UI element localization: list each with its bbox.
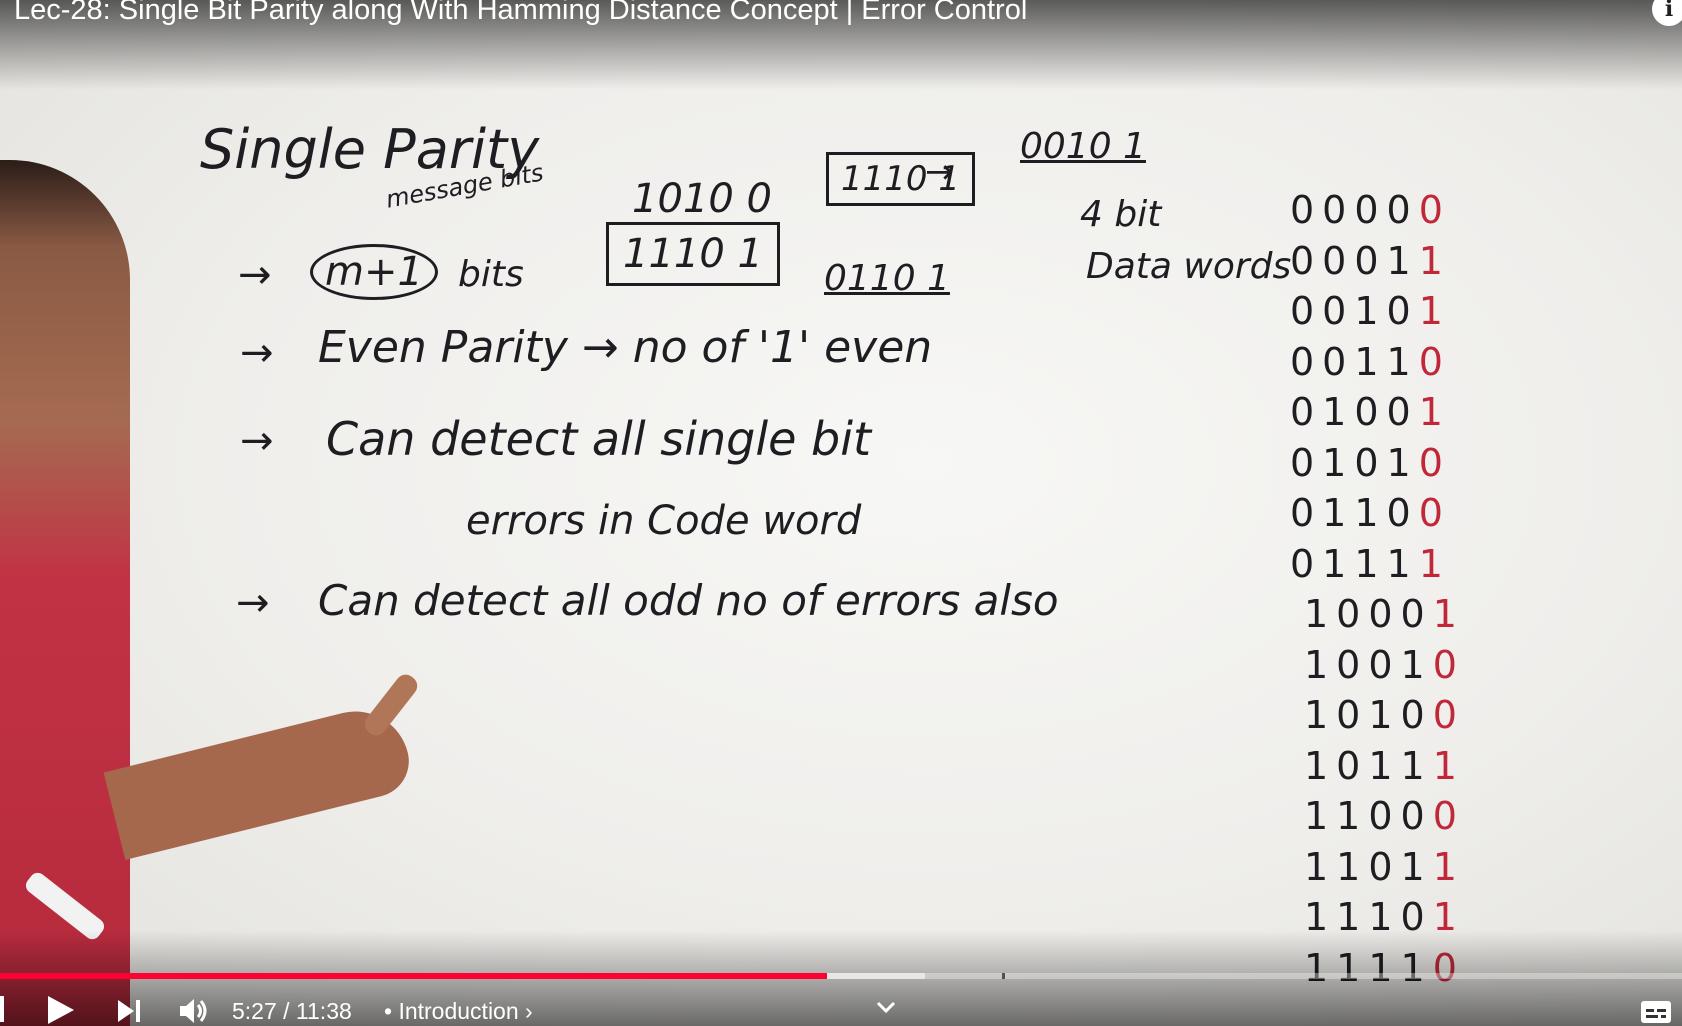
play-icon[interactable] [46, 994, 76, 1026]
codeword-row: 01111 [1290, 542, 1451, 586]
board-four-bit: 4 bit [1080, 194, 1162, 235]
parity-bit: 1 [1418, 289, 1451, 333]
parity-bit: 0 [1418, 440, 1451, 485]
prev-edge [0, 996, 4, 1022]
board-arrow-3: → [240, 418, 274, 464]
codeword-row: 00000 [1290, 188, 1451, 232]
board-line-even: Even Parity → no of '1' even [318, 322, 933, 373]
board-m-plus-1: m+1 [310, 244, 438, 300]
board-down-result: 0110 1 [824, 258, 950, 299]
data-word: 0110 [1290, 491, 1419, 535]
video-player[interactable]: Single Parity message bits → m+1 bits 10… [0, 0, 1682, 1026]
codeword-row: 01100 [1290, 491, 1451, 535]
parity-bit: 0 [1432, 693, 1465, 737]
next-icon[interactable] [116, 998, 142, 1024]
codeword-row: 10010 [1304, 643, 1465, 687]
data-word: 0011 [1290, 339, 1419, 384]
parity-bit: 1 [1432, 743, 1465, 788]
parity-bit: 0 [1432, 642, 1465, 687]
codeword-row: 10111 [1304, 744, 1465, 788]
parity-bit: 1 [1432, 844, 1465, 889]
data-word: 1100 [1304, 794, 1433, 838]
data-word: 0111 [1290, 541, 1419, 586]
board-arrow-4: → [236, 580, 270, 626]
board-arrow-2: → [240, 330, 274, 376]
info-icon[interactable]: i [1652, 0, 1682, 26]
board-example-top: 1010 0 [632, 176, 772, 222]
video-title[interactable]: Lec-28: Single Bit Parity along With Ham… [14, 0, 1027, 27]
codeword-row: 00110 [1290, 340, 1451, 384]
board-data-words: Data words [1086, 246, 1292, 287]
data-word: 0010 [1290, 289, 1419, 333]
data-word: 1001 [1304, 642, 1433, 687]
parity-bit: 0 [1418, 339, 1451, 384]
board-line-detect1: Can detect all single bit [326, 412, 872, 466]
volume-icon[interactable] [178, 996, 208, 1026]
progress-bar[interactable] [0, 973, 1682, 979]
data-word: 1101 [1304, 844, 1433, 889]
chapter-marker [1002, 973, 1005, 979]
codeword-row: 00101 [1290, 289, 1451, 333]
data-word: 1000 [1304, 592, 1433, 636]
codeword-row: 01001 [1290, 390, 1451, 434]
board-line-odd: Can detect all odd no of errors also [318, 576, 1059, 625]
parity-bit: 0 [1432, 794, 1465, 838]
data-word: 1010 [1304, 693, 1433, 737]
chevron-down-icon[interactable] [876, 1000, 896, 1014]
parity-bit: 0 [1418, 188, 1451, 232]
codeword-row: 10100 [1304, 693, 1465, 737]
codeword-row: 10001 [1304, 592, 1465, 636]
data-word: 0001 [1290, 238, 1419, 283]
data-word: 0101 [1290, 440, 1419, 485]
parity-bit: 1 [1432, 592, 1465, 636]
captions-icon[interactable] [1640, 1000, 1672, 1024]
chapter-title[interactable]: • Introduction › [384, 998, 533, 1025]
parity-bit: 1 [1418, 541, 1451, 586]
board-arrow-right: → [925, 152, 954, 192]
parity-bit: 1 [1418, 238, 1451, 283]
codeword-row: 11000 [1304, 794, 1465, 838]
data-word: 0000 [1290, 188, 1419, 232]
codeword-row: 01010 [1290, 441, 1451, 485]
codeword-row: 11011 [1304, 845, 1465, 889]
board-arrow-result: 0010 1 [1020, 126, 1146, 167]
board-example-box: 1110 1 [606, 222, 780, 286]
parity-bit: 1 [1418, 390, 1451, 434]
progress-played [0, 973, 827, 979]
board-line-detect2: errors in Code word [466, 498, 862, 544]
data-word: 1011 [1304, 743, 1433, 788]
title-bar: Lec-28: Single Bit Parity along With Ham… [0, 0, 1682, 90]
board-arrow-1: → [238, 252, 272, 298]
time-display: 5:27 / 11:38 [232, 998, 352, 1024]
board-bits: bits [458, 254, 524, 295]
data-word: 0100 [1290, 390, 1419, 434]
codeword-row: 00011 [1290, 239, 1451, 283]
parity-bit: 0 [1418, 491, 1451, 535]
